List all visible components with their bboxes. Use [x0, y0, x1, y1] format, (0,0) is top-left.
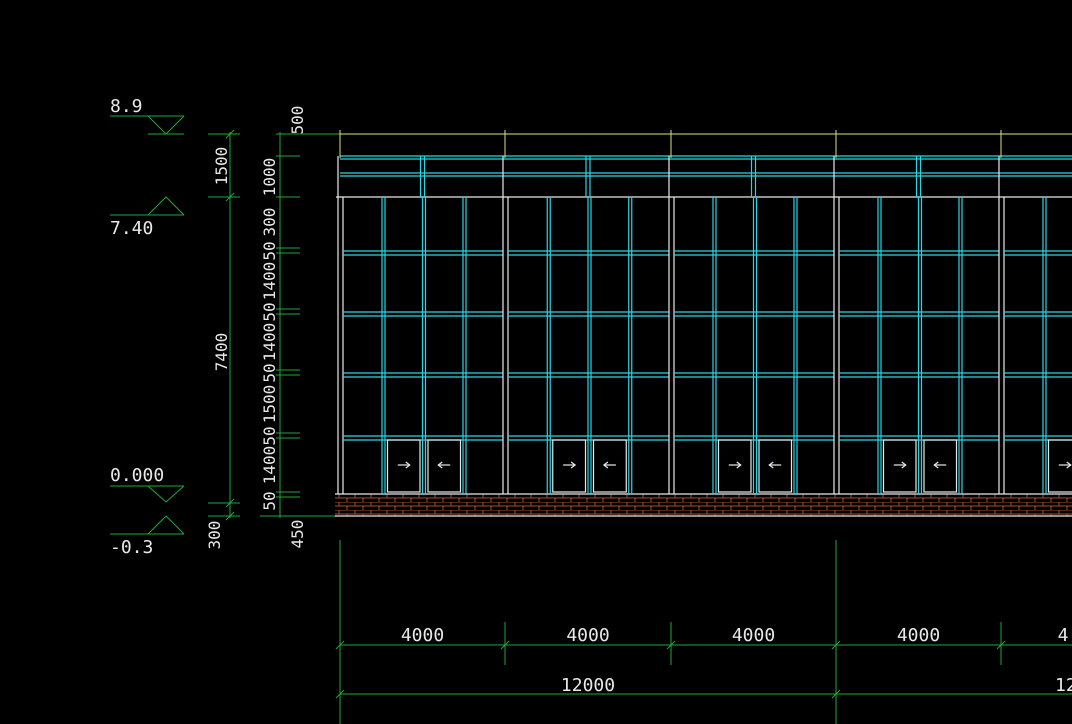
dim-label: 1000: [260, 158, 279, 197]
door-leaf: [592, 439, 627, 493]
elevation-drawing: 8.9 7.40 0.000 -0.3 1500 7400 300 500 10…: [110, 96, 1072, 724]
level-label: 8.9: [110, 96, 143, 117]
dim-label: 50: [260, 363, 279, 382]
dim-label: 50: [260, 241, 279, 260]
dim-label: 1400: [260, 323, 279, 362]
dim-label: 1500: [260, 385, 279, 424]
dim-label: 300: [260, 208, 279, 237]
dim-1500: 1500: [212, 147, 231, 186]
bay: [337, 130, 503, 494]
bay-dim-label: 4000: [401, 625, 444, 646]
brick-base: [335, 494, 1072, 516]
bay: [668, 130, 834, 494]
greenhouse-facade: [335, 130, 1072, 517]
door-leaf: [758, 439, 793, 493]
dim-label: 450: [288, 520, 307, 549]
level-marker-0.000: 0.000: [110, 465, 185, 503]
door-leaf: [386, 439, 421, 493]
inner-dimension-chain: 500 1000 300 50 1400 50 1400 50 1500 50 …: [260, 106, 340, 549]
level-marker-8.9: 8.9: [110, 96, 185, 135]
bay: [833, 130, 999, 494]
dim-label: 50: [260, 491, 279, 510]
door-leaf: [717, 439, 752, 493]
bay-dim-label: 4000: [732, 625, 775, 646]
total-dim-label: 12: [1055, 675, 1072, 696]
bottom-dimensions: 4000 4000 4000 4000 4 12000 12: [335, 540, 1072, 724]
dim-label: 50: [260, 426, 279, 445]
level-label: -0.3: [110, 537, 153, 558]
dim-label: 500: [288, 106, 307, 135]
level-label: 7.40: [110, 218, 153, 239]
dim-300: 300: [205, 521, 224, 550]
bay-dim-label: 4: [1058, 625, 1069, 646]
door-leaf: [882, 439, 917, 493]
dim-label: 1400: [260, 262, 279, 301]
bay-dim-label: 4000: [566, 625, 609, 646]
bay-dim-label: 4000: [897, 625, 940, 646]
left-dimension-chain: 1500 7400 300: [205, 129, 240, 550]
bay: [998, 130, 1072, 494]
level-marker--0.3: -0.3: [110, 515, 185, 558]
door-leaf: [427, 439, 462, 493]
door-leaf: [923, 439, 958, 493]
bay: [502, 130, 669, 494]
level-marker-7.40: 7.40: [110, 196, 185, 239]
dim-label: 1400: [260, 446, 279, 485]
level-label: 0.000: [110, 465, 164, 486]
dim-label: 50: [260, 302, 279, 321]
total-dim-label: 12000: [561, 675, 615, 696]
dim-7400: 7400: [212, 333, 231, 372]
door-leaf: [552, 439, 587, 493]
